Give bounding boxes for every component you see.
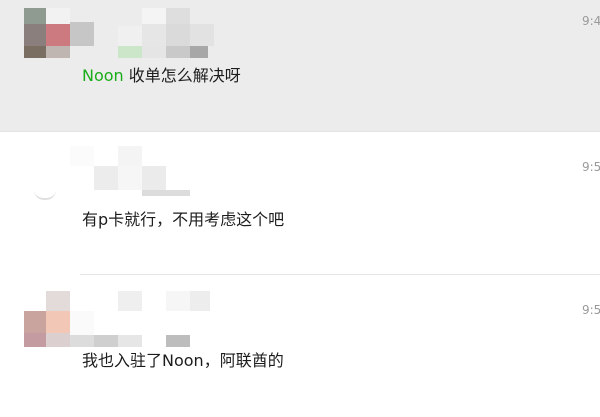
chat-message-list: 9:4 Noon 收单怎么解决呀 9:5 有p卡就行，不用考虑这个吧 9:5 我… [0, 0, 600, 417]
sender-name-blurred [70, 291, 230, 347]
message-text[interactable]: 我也入驻了Noon，阿联酋的 [82, 347, 284, 371]
chat-message[interactable]: 9:5 有p卡就行，不用考虑这个吧 [0, 132, 600, 274]
message-text[interactable]: 有p卡就行，不用考虑这个吧 [82, 206, 284, 230]
sender-name-blurred [70, 8, 230, 58]
message-time: 9:5 [582, 160, 600, 174]
chat-message[interactable]: 9:4 Noon 收单怎么解决呀 [0, 0, 600, 132]
sender-name-blurred [70, 146, 230, 196]
avatar[interactable] [24, 154, 72, 202]
avatar[interactable] [24, 291, 72, 347]
mention-link[interactable]: Noon [82, 66, 124, 85]
message-body: 收单怎么解决呀 [123, 66, 241, 85]
message-text[interactable]: Noon 收单怎么解决呀 [82, 62, 241, 86]
message-time: 9:5 [582, 303, 600, 317]
avatar[interactable] [24, 8, 72, 58]
message-time: 9:4 [582, 14, 600, 28]
chat-message[interactable]: 9:5 我也入驻了Noon，阿联酋的 [0, 275, 600, 417]
